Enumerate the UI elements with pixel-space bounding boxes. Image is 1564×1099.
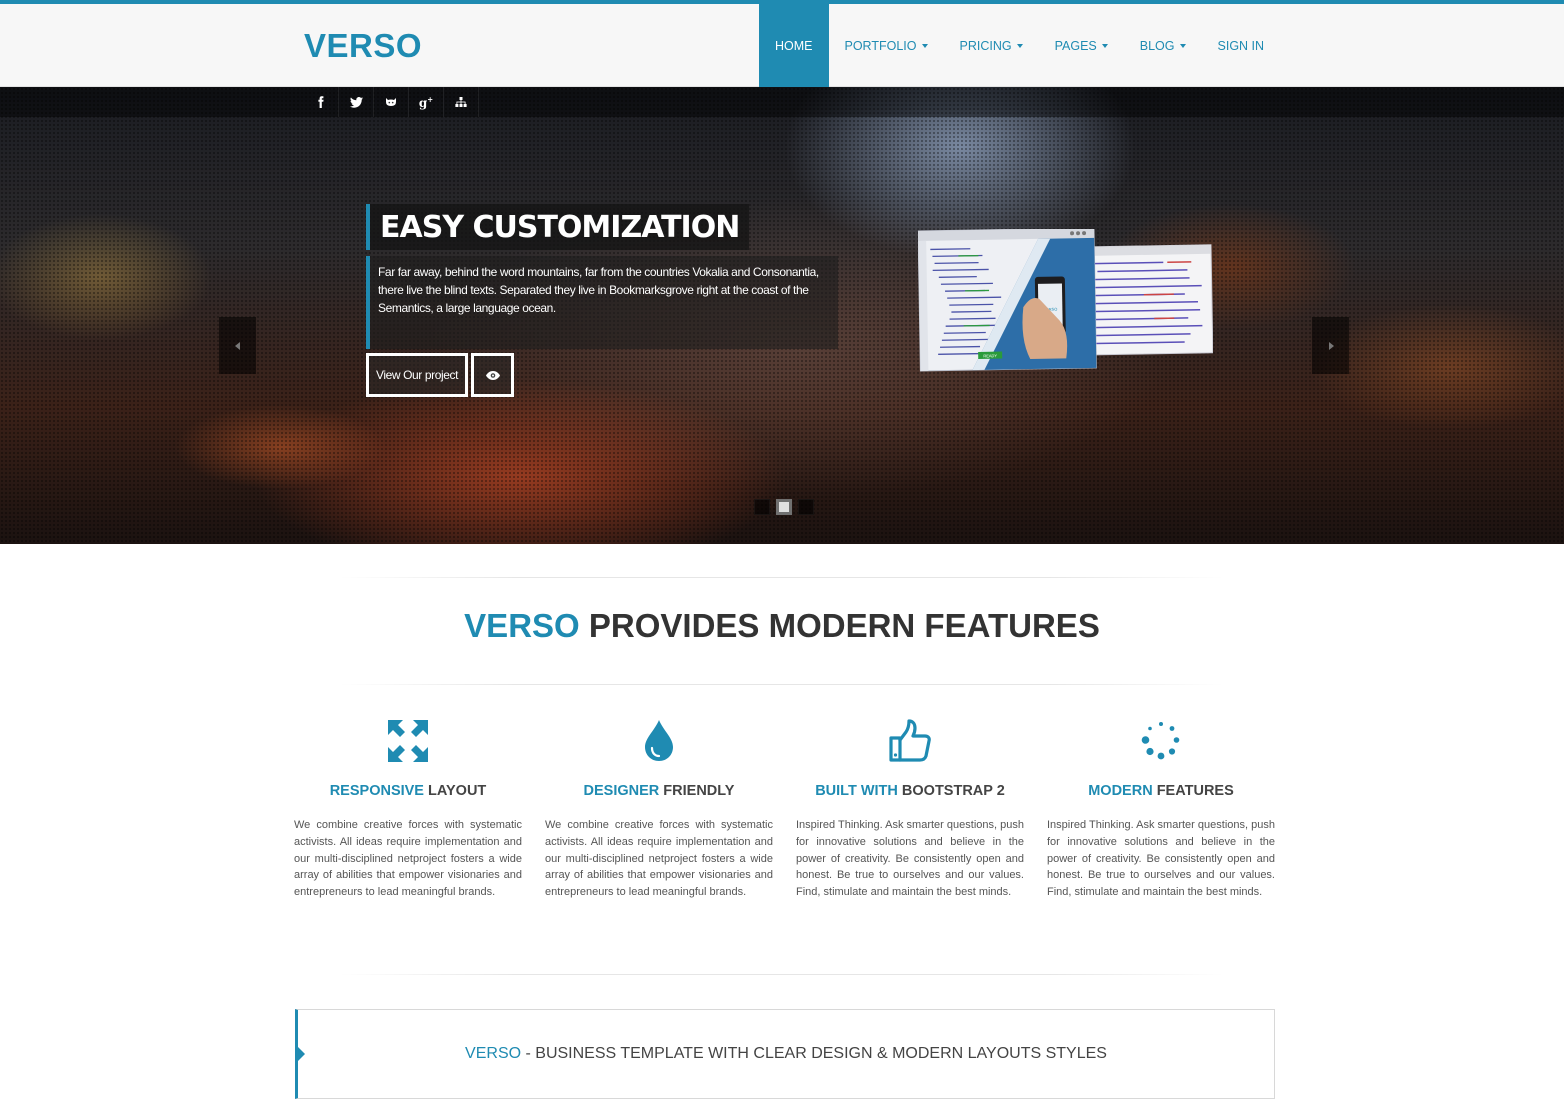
feature-heading-accent: DESIGNER <box>583 783 660 799</box>
site-logo[interactable]: VERSO <box>304 26 422 66</box>
github-icon[interactable] <box>374 87 409 117</box>
nav-label: SIGN IN <box>1217 38 1265 53</box>
divider <box>340 974 1224 975</box>
feature-description: Inspired Thinking. Ask smarter questions… <box>796 819 1024 899</box>
preview-button[interactable] <box>471 353 514 397</box>
feature-description: We combine creative forces with systemat… <box>545 819 773 899</box>
feature-description: We combine creative forces with systemat… <box>294 819 522 899</box>
social-bar: g+ <box>0 87 1564 117</box>
twitter-icon[interactable] <box>339 87 374 117</box>
banner-rest: - BUSINESS TEMPLATE WITH CLEAR DESIGN & … <box>521 1045 1107 1062</box>
nav-item-sign-in[interactable]: SIGN IN <box>1202 4 1281 87</box>
nav-label: BLOG <box>1139 38 1175 53</box>
slide-title: EASY CUSTOMIZATION <box>380 209 740 245</box>
divider <box>340 684 1224 685</box>
nav-item-blog[interactable]: BLOG <box>1124 4 1202 87</box>
feature-heading-rest: LAYOUT <box>423 783 487 799</box>
feature-heading-rest: FRIENDLY <box>659 783 735 799</box>
resize-arrows-icon <box>388 720 428 762</box>
features-title: VERSO PROVIDES MODERN FEATURES <box>0 607 1564 645</box>
feature-description: Inspired Thinking. Ask smarter questions… <box>1047 819 1275 899</box>
slider-prev-arrow[interactable] <box>219 317 256 374</box>
arrow-right-icon <box>1328 341 1334 350</box>
nav-label: PAGES <box>1054 38 1097 53</box>
slider-pagination <box>754 499 814 515</box>
caret-down-icon <box>1179 43 1186 48</box>
spinner-icon <box>1141 722 1180 760</box>
sitemap-icon[interactable] <box>444 87 479 117</box>
nav-item-home[interactable]: HOME <box>759 4 829 87</box>
banner-accent: VERSO <box>465 1045 522 1062</box>
facebook-icon[interactable] <box>304 87 339 117</box>
nav-item-portfolio[interactable]: PORTFOLIO <box>829 4 944 87</box>
google-plus-icon[interactable]: g+ <box>409 87 444 117</box>
tagline-banner: VERSO - BUSINESS TEMPLATE WITH CLEAR DES… <box>295 1009 1275 1099</box>
nav-label: PORTFOLIO <box>844 38 917 53</box>
feature-heading-accent: RESPONSIVE <box>329 783 424 799</box>
arrow-left-icon <box>234 341 240 350</box>
nav-item-pricing[interactable]: PRICING <box>944 4 1039 87</box>
feature-heading-accent: BUILT WITH <box>815 783 898 799</box>
nav-label: HOME <box>775 38 813 53</box>
nav-label: PRICING <box>959 38 1012 53</box>
divider <box>340 577 1224 578</box>
banner-text: VERSO - BUSINESS TEMPLATE WITH CLEAR DES… <box>298 1045 1274 1063</box>
hero-slider: g+ EASY CUSTOMIZATION Far far away, behi… <box>0 87 1564 544</box>
feature-heading: MODERN FEATURES <box>1047 783 1275 799</box>
caret-down-icon <box>1016 43 1023 48</box>
feature-heading-rest: FEATURES <box>1152 783 1234 799</box>
features-title-rest: PROVIDES MODERN FEATURES <box>579 607 1100 644</box>
feature-heading-rest: BOOTSTRAP 2 <box>897 783 1005 799</box>
main-nav: HOME PORTFOLIO PRICING PAGES BLOG SIGN I… <box>759 4 1280 87</box>
site-header: VERSO HOME PORTFOLIO PRICING PAGES BLOG … <box>0 4 1564 87</box>
social-links: g+ <box>304 87 479 117</box>
pager-dot[interactable] <box>754 499 770 515</box>
feature-heading: BUILT WITH BOOTSTRAP 2 <box>796 783 1024 799</box>
droplet-icon <box>645 720 673 761</box>
pager-dot-active[interactable] <box>776 499 792 515</box>
caret-down-icon <box>1101 43 1108 48</box>
slide-caption-title: EASY CUSTOMIZATION <box>366 204 750 250</box>
caret-down-icon <box>921 43 928 48</box>
features-title-accent: VERSO <box>464 607 580 644</box>
pager-dot[interactable] <box>798 499 814 515</box>
view-project-button[interactable]: View Our project <box>366 353 468 397</box>
thumbs-up-icon <box>889 719 931 762</box>
feature-heading-accent: MODERN <box>1088 783 1153 799</box>
slider-next-arrow[interactable] <box>1312 317 1349 374</box>
eye-icon <box>485 370 500 380</box>
nav-item-pages[interactable]: PAGES <box>1039 4 1124 87</box>
feature-heading: DESIGNER FRIENDLY <box>545 783 773 799</box>
svg-text:READY: READY <box>983 353 997 358</box>
template-mockup-image: VERSO READY <box>918 229 1213 372</box>
slide-caption-text: Far far away, behind the word mountains,… <box>366 256 838 349</box>
feature-heading: RESPONSIVE LAYOUT <box>294 783 522 799</box>
